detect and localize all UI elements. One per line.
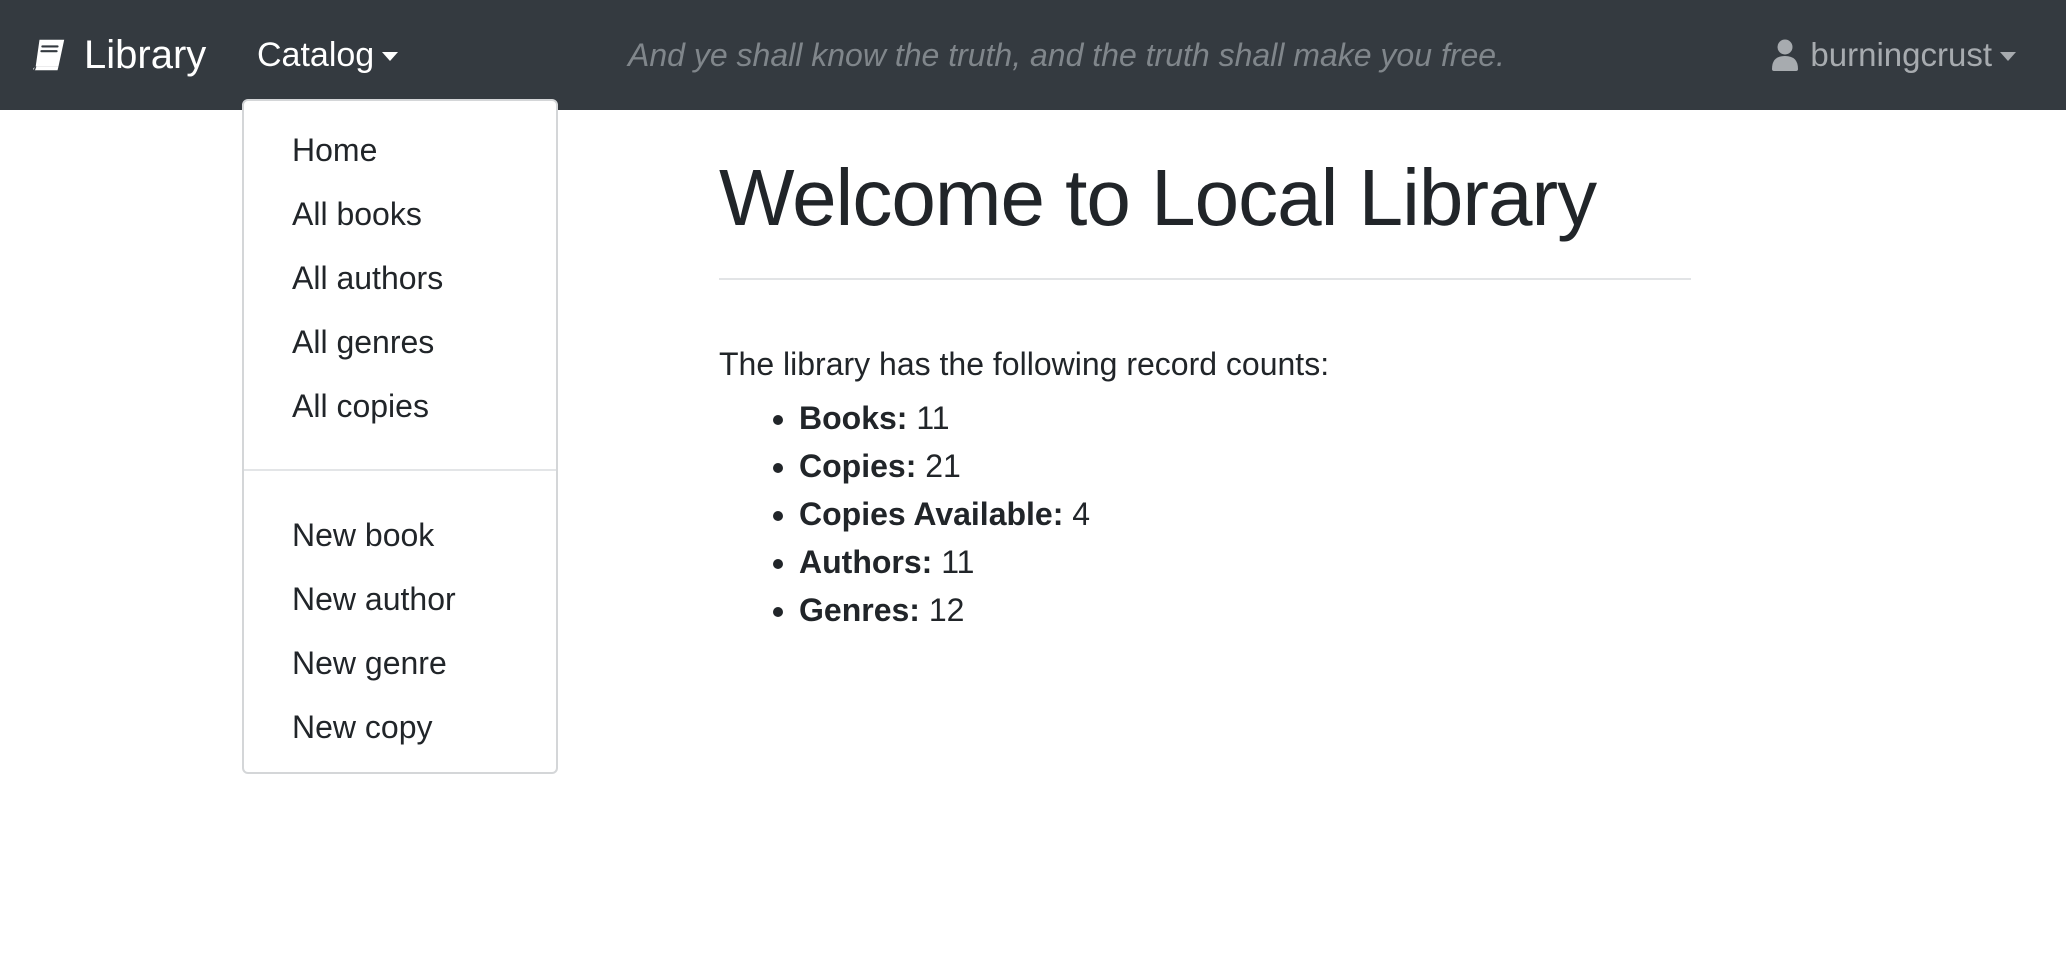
- menu-item-new-copy[interactable]: New copy: [292, 707, 433, 747]
- top-navbar: Library Catalog And ye shall know the tr…: [0, 0, 2066, 110]
- catalog-label: Catalog: [257, 35, 375, 74]
- menu-item-home[interactable]: Home: [292, 130, 377, 170]
- count-label-copies-available: Copies Available:: [799, 496, 1064, 532]
- user-icon: [1772, 39, 1799, 71]
- count-value-books: 11: [916, 400, 950, 436]
- intro-text: The library has the following record cou…: [719, 346, 1330, 382]
- count-value-genres: 12: [928, 592, 965, 628]
- caret-down-icon: [2000, 52, 2016, 61]
- menu-item-new-author[interactable]: New author: [292, 579, 456, 619]
- menu-item-all-genres[interactable]: All genres: [292, 322, 434, 362]
- count-label-books: Books:: [799, 400, 908, 436]
- count-label-genres: Genres:: [799, 592, 920, 628]
- catalog-dropdown-menu: Home All books All authors All genres Al…: [242, 99, 558, 774]
- count-value-authors: 11: [941, 544, 975, 580]
- menu-item-new-book[interactable]: New book: [292, 515, 434, 555]
- catalog-dropdown-toggle[interactable]: Catalog: [257, 0, 399, 110]
- brand-label: Library: [84, 33, 207, 77]
- menu-item-all-authors[interactable]: All authors: [292, 258, 443, 298]
- count-value-copies-available: 4: [1072, 496, 1091, 532]
- title-divider: [719, 278, 1691, 280]
- list-item: Copies: 21: [799, 442, 1090, 490]
- list-item: Copies Available: 4: [799, 490, 1090, 538]
- menu-item-all-copies[interactable]: All copies: [292, 386, 429, 426]
- username: burningcrust: [1810, 36, 1992, 73]
- user-dropdown-toggle[interactable]: burningcrust: [1772, 0, 2016, 110]
- count-label-copies: Copies:: [799, 448, 917, 484]
- list-item: Books: 11: [799, 394, 1090, 442]
- brand-link[interactable]: Library: [30, 0, 206, 110]
- menu-divider: [244, 469, 556, 471]
- page-title: Welcome to Local Library: [719, 153, 1597, 242]
- menu-item-new-genre[interactable]: New genre: [292, 643, 447, 683]
- list-item: Genres: 12: [799, 586, 1090, 634]
- book-icon: [33, 39, 65, 71]
- list-item: Authors: 11: [799, 538, 1090, 586]
- main-content: Welcome to Local Library The library has…: [719, 150, 1691, 628]
- count-value-copies: 21: [925, 448, 961, 484]
- count-label-authors: Authors:: [799, 544, 933, 580]
- record-counts-list: Books: 11 Copies: 21 Copies Available: 4…: [719, 394, 1090, 634]
- navbar-motto: And ye shall know the truth, and the tru…: [628, 36, 1505, 73]
- caret-down-icon: [382, 52, 399, 61]
- menu-item-all-books[interactable]: All books: [292, 194, 422, 234]
